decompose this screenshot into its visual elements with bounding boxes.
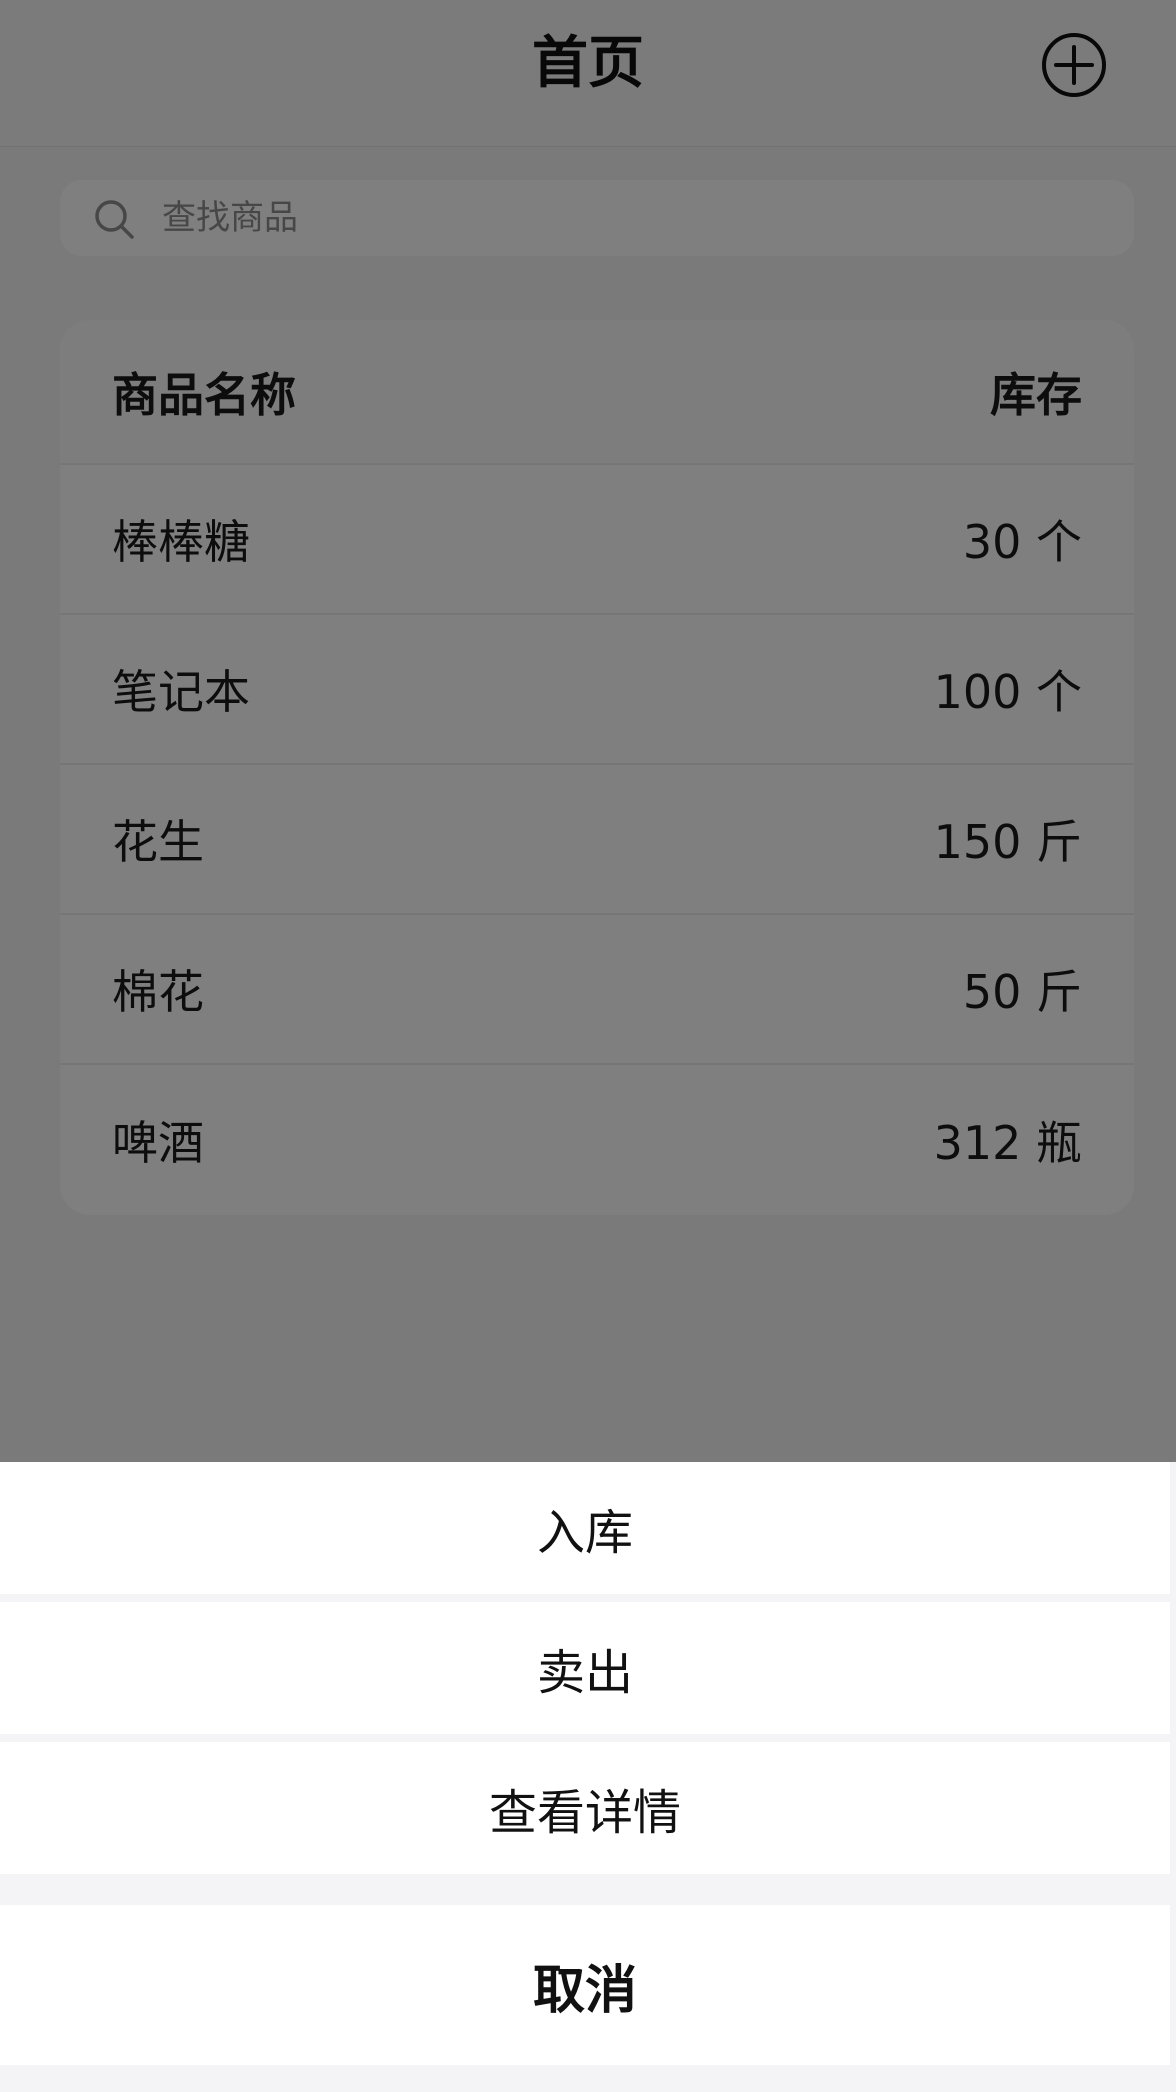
action-sheet: 入库 卖出 查看详情 取消: [0, 1462, 1176, 2092]
modal-overlay[interactable]: [0, 0, 1176, 1462]
view-details-button[interactable]: 查看详情: [0, 1742, 1170, 1874]
sell-button[interactable]: 卖出: [0, 1602, 1170, 1734]
cancel-button[interactable]: 取消: [0, 1905, 1170, 2065]
stock-in-button[interactable]: 入库: [0, 1462, 1170, 1594]
